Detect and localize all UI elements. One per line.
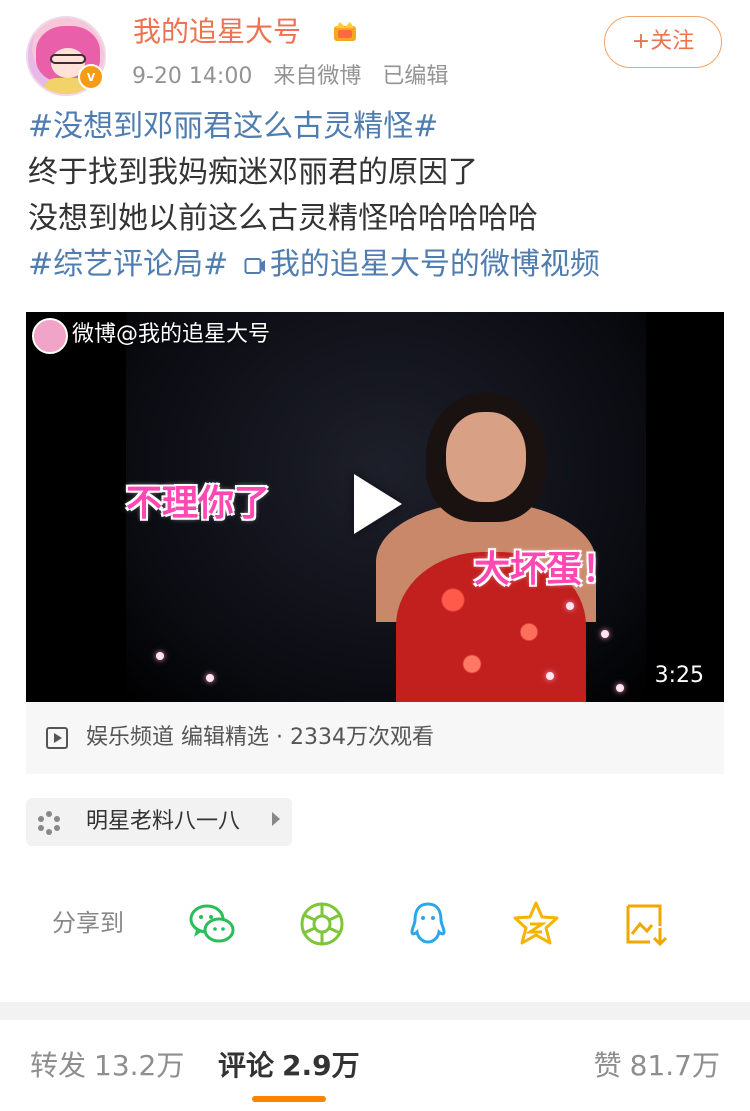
- video-link-icon: [244, 258, 265, 274]
- video-subtitle: 不理你了: [126, 483, 271, 524]
- tab-repost[interactable]: 转发 13.2万: [30, 1046, 184, 1086]
- qq-icon[interactable]: [402, 898, 454, 950]
- video-link[interactable]: 我的追星大号的微博视频: [270, 247, 600, 282]
- follow-button[interactable]: +关注: [604, 16, 722, 68]
- post-text-line: 没想到她以前这么古灵精怪哈哈哈哈哈: [28, 201, 538, 236]
- moments-icon[interactable]: [296, 898, 348, 950]
- hashtag-link[interactable]: #没想到邓丽君这么古灵精怪#: [28, 104, 728, 150]
- verified-badge-icon: v: [78, 64, 104, 90]
- video-play-icon: [46, 727, 68, 749]
- weibo-post-page: v 我的追星大号 9-20 14:00 来自微博 已编辑 +关注 #没想到邓丽君…: [0, 0, 750, 1111]
- post-content: #没想到邓丽君这么古灵精怪# 终于找到我妈痴迷邓丽君的原因了 没想到她以前这么古…: [28, 104, 728, 288]
- action-tabs: 转发 13.2万 评论 2.9万 赞 81.7万: [0, 1030, 750, 1111]
- qzone-icon[interactable]: [510, 898, 562, 950]
- video-duration: 3:25: [654, 663, 704, 688]
- topic-chip[interactable]: 明星老料八一八: [26, 798, 292, 846]
- topic-icon: [38, 811, 60, 835]
- chevron-right-icon: [272, 812, 280, 826]
- save-image-icon[interactable]: [620, 898, 672, 950]
- post-text-line: 终于找到我妈痴迷邓丽君的原因了: [28, 155, 478, 190]
- username[interactable]: 我的追星大号: [133, 12, 301, 52]
- tab-like[interactable]: 赞 81.7万: [594, 1046, 720, 1086]
- video-info-bar[interactable]: 娱乐频道 编辑精选 · 2334万次观看: [26, 702, 724, 774]
- video-subtitle: 大坏蛋！: [474, 549, 619, 590]
- topic-label: 明星老料八一八: [86, 809, 241, 834]
- post-timestamp: 9-20 14:00: [132, 64, 253, 89]
- post-meta: 9-20 14:00 来自微博 已编辑: [132, 62, 462, 92]
- video-player[interactable]: 微博@我的追星大号 不理你了 大坏蛋！ 3:25: [26, 312, 724, 702]
- crown-icon: [334, 22, 356, 41]
- play-icon[interactable]: [354, 474, 402, 534]
- section-divider: [0, 1002, 750, 1020]
- hashtag-link[interactable]: #综艺评论局#: [28, 247, 228, 282]
- wechat-icon[interactable]: [186, 898, 238, 950]
- share-label: 分享到: [52, 909, 124, 937]
- post-source: 来自微博: [273, 64, 362, 89]
- video-watermark: 微博@我的追星大号: [72, 322, 271, 347]
- video-info-text: 娱乐频道 编辑精选 · 2334万次观看: [86, 725, 434, 750]
- active-tab-indicator: [252, 1096, 326, 1102]
- watermark-avatar: [32, 318, 68, 354]
- tab-comment[interactable]: 评论 2.9万: [218, 1046, 360, 1086]
- post-edited[interactable]: 已编辑: [382, 64, 448, 89]
